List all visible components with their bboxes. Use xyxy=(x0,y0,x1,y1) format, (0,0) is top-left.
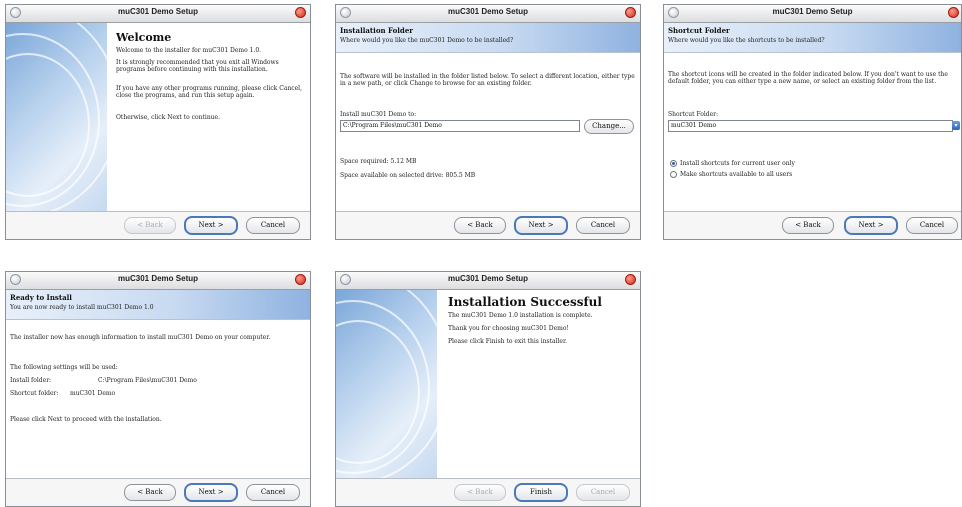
close-icon[interactable] xyxy=(625,274,636,285)
side-graphic xyxy=(336,290,437,478)
radio-current-user[interactable] xyxy=(670,160,677,167)
window-title: muC301 Demo Setup xyxy=(117,274,199,283)
folder-heading: Installation Folder xyxy=(340,26,413,35)
ready-line1: The installer now has enough information… xyxy=(10,334,271,341)
shortcut-folder-field[interactable]: muC301 Demo xyxy=(668,120,953,132)
back-button[interactable]: < Back xyxy=(454,484,506,501)
shortcut-folder-label: Shortcut folder: xyxy=(10,390,59,397)
shortcut-folder-label: Shortcut Folder: xyxy=(668,111,719,118)
welcome-line1: Welcome to the installer for muC301 Demo… xyxy=(116,47,262,54)
window-title: muC301 Demo Setup xyxy=(447,7,529,16)
ready-line2: The following settings will be used: xyxy=(10,364,118,371)
folder-subheading: Where would you like the muC301 Demo to … xyxy=(340,37,514,44)
close-icon[interactable] xyxy=(948,7,959,18)
title-bar: muC301 Demo Setup xyxy=(336,272,640,290)
shortcut-window: muC301 Demo Setup Shortcut Folder Where … xyxy=(663,4,962,240)
ready-window: muC301 Demo Setup Ready to Install You a… xyxy=(5,271,311,507)
option-current-user-label: Install shortcuts for current user only xyxy=(680,160,795,167)
welcome-heading: Welcome xyxy=(116,31,172,44)
cancel-button[interactable]: Cancel xyxy=(576,217,630,234)
space-available: Space available on selected drive: 805.5… xyxy=(340,172,476,179)
ready-line3: Please click Next to proceed with the in… xyxy=(10,416,162,423)
radio-all-users[interactable] xyxy=(670,171,677,178)
back-button[interactable]: < Back xyxy=(124,217,176,234)
button-bar: < Back Next > Cancel xyxy=(336,211,640,239)
folder-window: muC301 Demo Setup Installation Folder Wh… xyxy=(335,4,641,240)
install-label: Install muC301 Demo to: xyxy=(340,111,417,118)
header-banner: Installation Folder Where would you like… xyxy=(336,23,640,53)
button-bar: < Back Next > Cancel xyxy=(6,211,310,239)
title-bar: muC301 Demo Setup xyxy=(6,272,310,290)
chevron-down-icon[interactable]: ▾ xyxy=(952,121,960,130)
button-bar: < Back Finish Cancel xyxy=(336,478,640,506)
cancel-button[interactable]: Cancel xyxy=(906,217,958,234)
change-button[interactable]: Change... xyxy=(584,119,634,134)
back-button[interactable]: < Back xyxy=(124,484,176,501)
shortcut-heading: Shortcut Folder xyxy=(668,26,730,35)
space-required: Space required: 5.12 MB xyxy=(340,158,417,165)
shortcut-subheading: Where would you like the shortcuts to be… xyxy=(668,37,825,44)
next-button[interactable]: Next > xyxy=(184,216,238,235)
option-all-users-label: Make shortcuts available to all users xyxy=(680,171,793,178)
title-bar: muC301 Demo Setup xyxy=(336,5,640,23)
install-path-field[interactable]: C:\Program Files\muC301 Demo xyxy=(340,120,580,132)
back-button[interactable]: < Back xyxy=(782,217,834,234)
next-button[interactable]: Next > xyxy=(184,483,238,502)
folder-description: The software will be installed in the fo… xyxy=(340,73,635,88)
success-line3: Please click Finish to exit this install… xyxy=(448,338,568,345)
install-folder-label: Install folder: xyxy=(10,377,52,384)
ready-heading: Ready to Install xyxy=(10,293,72,302)
button-bar: < Back Next > Cancel xyxy=(664,211,961,239)
side-graphic xyxy=(6,23,107,211)
header-banner: Ready to Install You are now ready to in… xyxy=(6,290,310,320)
close-icon[interactable] xyxy=(295,274,306,285)
success-line2: Thank you for choosing muC301 Demo! xyxy=(448,325,569,332)
finish-button[interactable]: Finish xyxy=(514,483,568,502)
welcome-para3: If you have any other programs running, … xyxy=(116,85,302,100)
welcome-window: muC301 Demo Setup Welcome Welcome to the… xyxy=(5,4,311,240)
cancel-button[interactable]: Cancel xyxy=(246,217,300,234)
title-bar: muC301 Demo Setup xyxy=(6,5,310,23)
next-button[interactable]: Next > xyxy=(844,216,898,235)
welcome-para2: It is strongly recommended that you exit… xyxy=(116,59,279,74)
success-heading: Installation Successful xyxy=(448,295,602,309)
button-bar: < Back Next > Cancel xyxy=(6,478,310,506)
success-window: muC301 Demo Setup Installation Successfu… xyxy=(335,271,641,507)
cancel-button[interactable]: Cancel xyxy=(576,484,630,501)
welcome-para4: Otherwise, click Next to continue. xyxy=(116,114,221,121)
title-bar: muC301 Demo Setup xyxy=(664,5,961,23)
window-title: muC301 Demo Setup xyxy=(772,7,853,16)
ready-subheading: You are now ready to install muC301 Demo… xyxy=(10,304,154,311)
window-title: muC301 Demo Setup xyxy=(447,274,529,283)
shortcut-folder-value: muC301 Demo xyxy=(70,390,116,397)
install-folder-value: C:\Program Files\muC301 Demo xyxy=(98,377,197,384)
success-line1: The muC301 Demo 1.0 installation is comp… xyxy=(448,312,593,319)
close-icon[interactable] xyxy=(295,7,306,18)
header-banner: Shortcut Folder Where would you like the… xyxy=(664,23,961,53)
back-button[interactable]: < Back xyxy=(454,217,506,234)
cancel-button[interactable]: Cancel xyxy=(246,484,300,501)
next-button[interactable]: Next > xyxy=(514,216,568,235)
shortcut-description: The shortcut icons will be created in th… xyxy=(668,71,948,86)
close-icon[interactable] xyxy=(625,7,636,18)
window-title: muC301 Demo Setup xyxy=(117,7,199,16)
